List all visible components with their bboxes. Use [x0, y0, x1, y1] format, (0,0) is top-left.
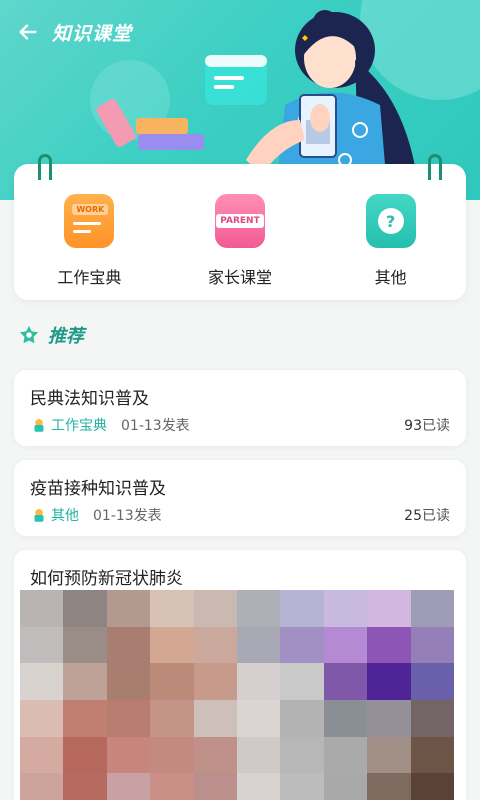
image-tile [150, 700, 194, 737]
page-title: 知识课堂 [52, 22, 133, 45]
image-tile [106, 626, 151, 664]
binder-clip-icon [428, 154, 442, 180]
image-tile [193, 590, 237, 627]
image-tile [193, 626, 237, 664]
binder-clip-icon [38, 154, 52, 180]
image-tile [237, 663, 281, 700]
image-tile [410, 773, 454, 800]
image-tile [323, 736, 368, 774]
category-parent[interactable]: PARENT 家长课堂 [175, 194, 305, 288]
image-tile [106, 736, 151, 774]
image-tile [237, 700, 281, 737]
image-tile [237, 590, 281, 627]
arrow-left-icon [19, 24, 37, 40]
read-count: 93已读 [404, 418, 450, 434]
article-card[interactable]: 如何预防新冠状肺炎 [14, 550, 466, 800]
category-card: WORK 工作宝典 PARENT 家长课堂 ? 其他 [14, 154, 466, 300]
image-tile [63, 700, 107, 737]
category-work[interactable]: WORK 工作宝典 [24, 194, 154, 288]
image-tile [150, 773, 194, 800]
image-tile [63, 590, 107, 627]
parent-board-icon: PARENT [214, 194, 265, 248]
image-tile [63, 736, 107, 774]
image-tile [237, 626, 281, 664]
image-tile [323, 663, 368, 700]
image-tile [367, 736, 411, 774]
image-tile [367, 773, 411, 800]
article-title: 疫苗接种知识普及 [30, 479, 166, 499]
image-tile [193, 700, 237, 737]
image-tile [193, 736, 237, 774]
image-tile [410, 663, 454, 700]
image-tile [150, 590, 194, 627]
image-tile [20, 736, 64, 774]
image-tile [280, 736, 324, 774]
image-tile [63, 773, 107, 800]
image-tile [280, 626, 324, 664]
image-tile [150, 736, 194, 774]
sprout-icon [34, 419, 44, 432]
article-title: 民典法知识普及 [30, 389, 149, 409]
image-tile [410, 626, 454, 664]
image-tile [323, 700, 368, 737]
image-tile [106, 590, 151, 627]
image-tile [193, 663, 237, 700]
image-tile [20, 663, 64, 700]
read-count: 25已读 [404, 508, 450, 524]
image-tile [367, 700, 411, 737]
image-tile [193, 773, 237, 800]
image-tile [367, 626, 411, 664]
image-tile [323, 590, 368, 627]
image-tile [367, 590, 411, 627]
image-tile [150, 626, 194, 664]
section-title: 推荐 [48, 326, 84, 347]
image-tile [63, 626, 107, 664]
article-card[interactable]: 疫苗接种知识普及 其他 01-13发表 25已读 [14, 460, 466, 536]
image-tile [20, 773, 64, 800]
category-other[interactable]: ? 其他 [326, 194, 456, 288]
category-label: 工作宝典 [57, 268, 122, 287]
question-icon: ? [365, 194, 416, 248]
article-cover-image [20, 590, 454, 800]
image-tile [367, 663, 411, 700]
top-bar: 知识课堂 [0, 0, 480, 64]
image-tile [280, 700, 324, 737]
section-header: 推荐 [18, 322, 84, 348]
article-card[interactable]: 民典法知识普及 工作宝典 01-13发表 93已读 [14, 370, 466, 446]
image-tile [106, 773, 151, 800]
back-button[interactable] [14, 18, 42, 46]
category-label: 其他 [374, 268, 407, 287]
image-tile [106, 700, 151, 737]
image-tile [410, 736, 454, 774]
image-tile [410, 700, 454, 737]
image-tile [410, 590, 454, 627]
books-illustration [96, 99, 204, 150]
image-tile [20, 700, 64, 737]
image-tile [237, 736, 281, 774]
image-tile [20, 626, 64, 664]
image-tile [280, 663, 324, 700]
category-label: 家长课堂 [207, 268, 272, 287]
star-badge-icon [19, 325, 39, 344]
image-tile [150, 663, 194, 700]
image-tile [20, 590, 64, 627]
work-icon: WORK [64, 194, 115, 248]
image-tile [237, 773, 281, 800]
image-tile [280, 590, 324, 627]
article-title: 如何预防新冠状肺炎 [30, 569, 183, 589]
article-category: 其他 [51, 508, 79, 524]
article-date: 01-13发表 [93, 508, 162, 524]
image-tile [106, 663, 151, 700]
image-tile [63, 663, 107, 700]
image-tile [280, 773, 324, 800]
article-date: 01-13发表 [121, 418, 190, 434]
image-tile [323, 773, 368, 800]
article-category: 工作宝典 [51, 418, 107, 434]
image-tile [323, 626, 368, 664]
sprout-icon [34, 509, 44, 522]
